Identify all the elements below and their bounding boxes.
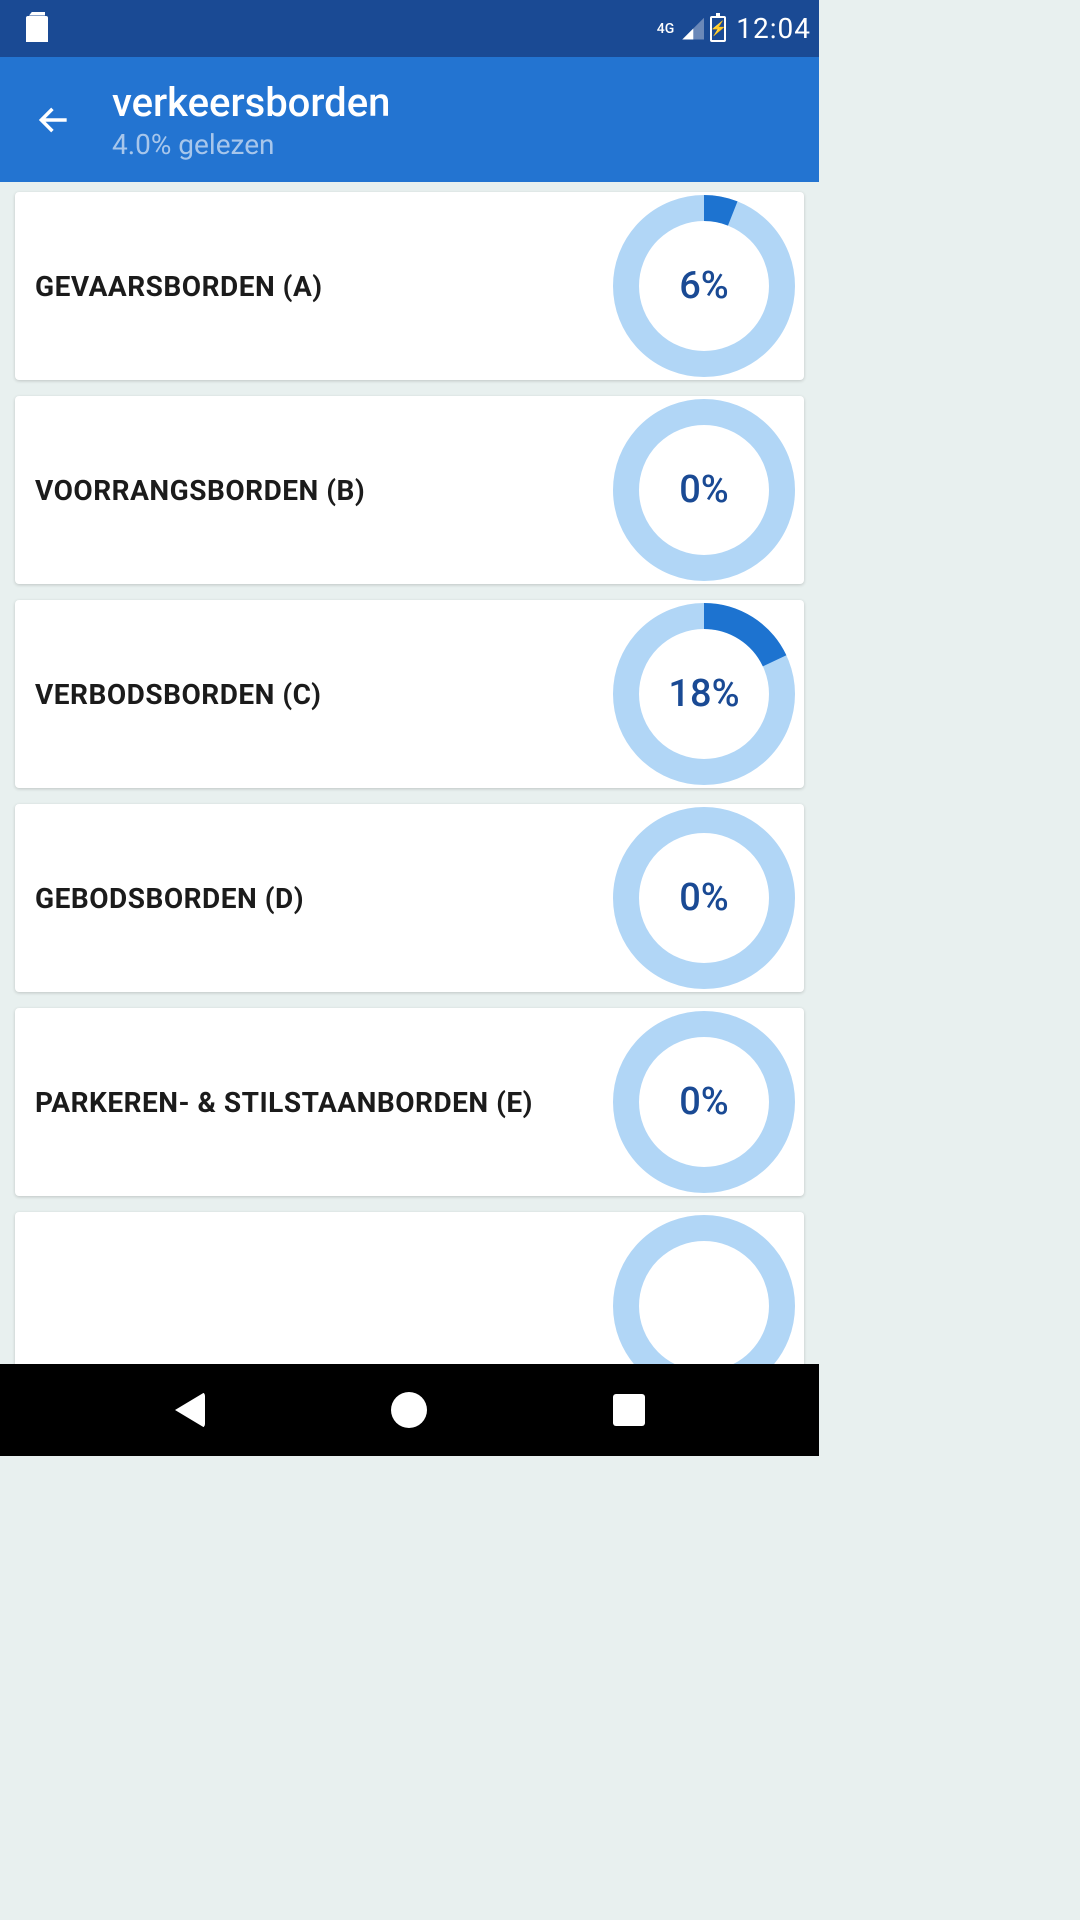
battery-charging-icon: ⚡ <box>710 16 726 42</box>
progress-ring: 6% <box>610 192 798 380</box>
nav-back-icon <box>175 1392 205 1428</box>
progress-ring: 0% <box>610 804 798 992</box>
nav-home-icon <box>391 1392 427 1428</box>
status-left <box>8 16 48 42</box>
progress-percent: 6% <box>679 264 729 308</box>
category-title: VOORRANGSBORDEN (B) <box>35 474 610 507</box>
title-block: verkeersborden 4.0% gelezen <box>112 79 390 161</box>
progress-percent: 0% <box>679 1080 729 1124</box>
back-button[interactable] <box>32 98 76 142</box>
progress-percent: 0% <box>679 876 729 920</box>
nav-back-button[interactable] <box>168 1388 212 1432</box>
category-card[interactable]: GEBODSBORDEN (D) 0% <box>15 804 804 992</box>
category-card[interactable]: GEVAARSBORDEN (A) 6% <box>15 192 804 380</box>
nav-recent-icon <box>613 1394 645 1426</box>
status-bar: 4G ⚡ 12:04 <box>0 0 819 57</box>
system-nav-bar <box>0 1364 819 1456</box>
sd-card-icon <box>26 16 48 42</box>
category-card[interactable]: PARKEREN- & STILSTAANBORDEN (E) 0% <box>15 1008 804 1196</box>
category-title: GEBODSBORDEN (D) <box>35 882 610 915</box>
progress-ring <box>610 1212 798 1364</box>
nav-home-button[interactable] <box>387 1388 431 1432</box>
app-bar: verkeersborden 4.0% gelezen <box>0 57 819 182</box>
category-list[interactable]: GEVAARSBORDEN (A) 6% VOORRANGSBORDEN (B) 0%… <box>0 182 819 1364</box>
clock: 12:04 <box>732 12 811 45</box>
category-card[interactable] <box>15 1212 804 1364</box>
page-title: verkeersborden <box>112 79 390 126</box>
network-label: 4G <box>657 21 675 37</box>
arrow-left-icon <box>35 101 73 139</box>
signal-icon <box>682 18 704 40</box>
progress-ring: 0% <box>610 1008 798 1196</box>
category-title: GEVAARSBORDEN (A) <box>35 270 610 303</box>
category-card[interactable]: VOORRANGSBORDEN (B) 0% <box>15 396 804 584</box>
category-title: VERBODSBORDEN (C) <box>35 678 610 711</box>
progress-percent: 0% <box>679 468 729 512</box>
progress-percent: 18% <box>668 672 739 716</box>
status-right: 4G ⚡ 12:04 <box>657 12 811 45</box>
progress-ring: 0% <box>610 396 798 584</box>
progress-ring: 18% <box>610 600 798 788</box>
nav-recent-button[interactable] <box>607 1388 651 1432</box>
page-subtitle: 4.0% gelezen <box>112 128 390 161</box>
category-card[interactable]: VERBODSBORDEN (C) 18% <box>15 600 804 788</box>
category-title: PARKEREN- & STILSTAANBORDEN (E) <box>35 1086 610 1119</box>
